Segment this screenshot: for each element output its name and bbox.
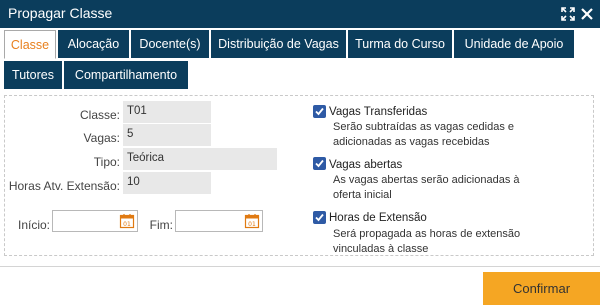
classe-field: T01 [123, 101, 211, 123]
vagas-label: Vagas: [83, 131, 120, 145]
horas-de-extensao-checkbox[interactable] [313, 211, 326, 224]
vagas-abertas-description: As vagas abertas serão adicionadas à ofe… [333, 173, 520, 203]
horas-de-extensao-label[interactable]: Horas de Extensão [329, 212, 427, 224]
inicio-label: Início: [17, 218, 50, 232]
description-line: As vagas abertas serão adicionadas à [333, 174, 520, 186]
vagas-transferidas-description: Serão subtraídas as vagas cedidas e adic… [333, 120, 514, 150]
tab-turma-do-curso[interactable]: Turma do Curso [348, 30, 452, 58]
horas-atv-extensao-field: 10 [123, 172, 211, 194]
tipo-field: Teórica [123, 148, 277, 170]
svg-text:01: 01 [248, 221, 256, 228]
description-line: Serão subtraídas as vagas cedidas e [333, 121, 515, 133]
tab-classe[interactable]: Classe [4, 30, 56, 59]
maximize-icon[interactable] [561, 7, 575, 21]
confirm-button[interactable]: Confirmar [483, 272, 600, 305]
svg-text:01: 01 [123, 221, 131, 228]
tab-tutores[interactable]: Tutores [4, 61, 62, 89]
fim-label: Fim: [149, 218, 173, 232]
vagas-transferidas-label[interactable]: Vagas Transferidas [329, 106, 427, 118]
calendar-icon[interactable]: 01 [244, 213, 260, 229]
tipo-label: Tipo: [93, 155, 120, 169]
description-line: adicionadas as vagas recebidas [333, 136, 490, 148]
tab-unidade-de-apoio[interactable]: Unidade de Apoio [454, 30, 574, 58]
description-line: Será propagada as horas de extensão [333, 228, 521, 240]
description-line: oferta inicial [333, 189, 392, 201]
close-icon[interactable] [580, 7, 594, 21]
horas-atv-extensao-label: Horas Atv. Extensão: [8, 179, 120, 193]
calendar-icon[interactable]: 01 [119, 213, 135, 229]
classe-label: Classe: [79, 108, 120, 122]
tab-docentes[interactable]: Docente(s) [131, 30, 209, 58]
tab-alocacao[interactable]: Alocação [58, 30, 129, 58]
description-line: vinculadas à classe [333, 243, 429, 255]
title-bar: Propagar Classe [0, 0, 600, 28]
vagas-field: 5 [123, 124, 211, 146]
tab-compartilhamento[interactable]: Compartilhamento [64, 61, 188, 89]
tab-distribuicao-de-vagas[interactable]: Distribuição de Vagas [211, 30, 346, 58]
horas-de-extensao-description: Será propagada as horas de extensão vinc… [333, 227, 520, 257]
footer-divider [0, 266, 600, 267]
vagas-abertas-checkbox[interactable] [313, 157, 326, 170]
window-title: Propagar Classe [8, 5, 113, 21]
vagas-abertas-label[interactable]: Vagas abertas [329, 159, 402, 171]
inicio-date-input[interactable]: 01 [52, 210, 138, 232]
vagas-transferidas-checkbox[interactable] [313, 105, 326, 118]
fim-date-input[interactable]: 01 [175, 210, 263, 232]
